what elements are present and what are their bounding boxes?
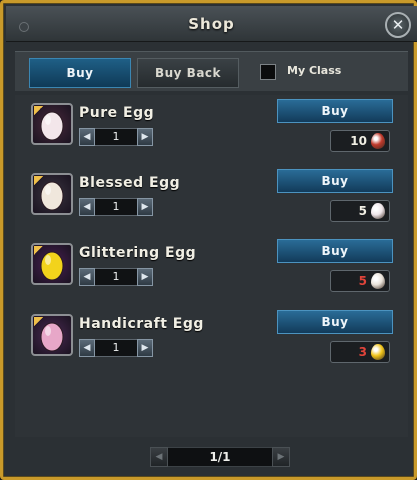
increase-quantity-button[interactable]: ▶ [137,198,153,216]
quantity-value[interactable]: 1 [95,339,137,357]
rarity-badge-icon [34,106,43,115]
item-name: Handicraft Egg [79,316,204,332]
item-list: Pure Egg ◀ 1 ▶ Buy 10 Blessed Egg ◀ 1 ▶ Buy 5 Glitte… [15,95,408,437]
close-icon: ✕ [391,16,405,34]
price-box: 5 [330,200,390,222]
rarity-badge-icon [34,246,43,255]
price-box: 10 [330,130,390,152]
blessed-egg-icon[interactable] [31,173,73,215]
red-gem-icon [371,133,385,149]
buy-button[interactable]: Buy [277,99,393,123]
buy-button[interactable]: Buy [277,169,393,193]
quantity-stepper: ◀ 1 ▶ [79,128,155,146]
gold-egg-icon [371,344,385,360]
buy-button[interactable]: Buy [277,310,393,334]
arrow-left-icon: ◀ [83,343,91,353]
arrow-right-icon: ▶ [141,343,149,353]
quantity-stepper: ◀ 1 ▶ [79,268,155,286]
increase-quantity-button[interactable]: ▶ [137,268,153,286]
my-class-checkbox[interactable] [260,64,276,80]
white-egg-icon [371,203,385,219]
tab-bar: Buy Buy Back My Class [15,51,408,91]
arrow-right-icon: ▶ [141,202,149,212]
glittering-egg-icon[interactable] [31,243,73,285]
increase-quantity-button[interactable]: ▶ [137,339,153,357]
quantity-stepper: ◀ 1 ▶ [79,339,155,357]
arrow-left-icon: ◀ [83,132,91,142]
pure-egg-icon[interactable] [31,103,73,145]
decrease-quantity-button[interactable]: ◀ [79,268,95,286]
increase-quantity-button[interactable]: ▶ [137,128,153,146]
arrow-left-icon: ◀ [155,452,163,462]
shop-item-row: Handicraft Egg ◀ 1 ▶ Buy 3 [15,308,408,378]
arrow-right-icon: ▶ [277,452,285,462]
my-class-label: My Class [287,64,342,77]
tab-buy-back[interactable]: Buy Back [137,58,239,88]
tab-buy[interactable]: Buy [29,58,131,88]
arrow-right-icon: ▶ [141,272,149,282]
blessed-egg-icon [371,273,385,289]
quantity-stepper: ◀ 1 ▶ [79,198,155,216]
price-amount: 5 [358,274,367,288]
price-box: 3 [330,341,390,363]
price-box: 5 [330,270,390,292]
decrease-quantity-button[interactable]: ◀ [79,198,95,216]
quantity-value[interactable]: 1 [95,198,137,216]
handicraft-egg-icon[interactable] [31,314,73,356]
item-name: Pure Egg [79,105,155,121]
price-amount: 10 [350,134,367,148]
close-button[interactable]: ✕ [385,12,411,38]
rarity-badge-icon [34,176,43,185]
quantity-value[interactable]: 1 [95,128,137,146]
shop-item-row: Blessed Egg ◀ 1 ▶ Buy 5 [15,167,408,237]
arrow-left-icon: ◀ [83,272,91,282]
price-amount: 3 [358,345,367,359]
item-name: Blessed Egg [79,175,181,191]
quantity-value[interactable]: 1 [95,268,137,286]
prev-page-button[interactable]: ◀ [150,447,168,467]
shop-window: Shop ✕ Buy Buy Back My Class Pure Egg ◀ 1 ▶… [0,0,417,480]
shop-item-row: Glittering Egg ◀ 1 ▶ Buy 5 [15,237,408,307]
rarity-badge-icon [34,317,43,326]
price-amount: 5 [358,204,367,218]
next-page-button[interactable]: ▶ [272,447,290,467]
arrow-left-icon: ◀ [83,202,91,212]
decrease-quantity-button[interactable]: ◀ [79,339,95,357]
page-indicator: 1/1 [168,447,272,467]
window-title: Shop [188,15,235,33]
arrow-right-icon: ▶ [141,132,149,142]
buy-button[interactable]: Buy [277,239,393,263]
shop-item-row: Pure Egg ◀ 1 ▶ Buy 10 [15,97,408,167]
decrease-quantity-button[interactable]: ◀ [79,128,95,146]
pagination: ◀ 1/1 ▶ [150,447,290,467]
title-bar[interactable]: Shop ✕ [6,6,417,42]
item-name: Glittering Egg [79,245,197,261]
